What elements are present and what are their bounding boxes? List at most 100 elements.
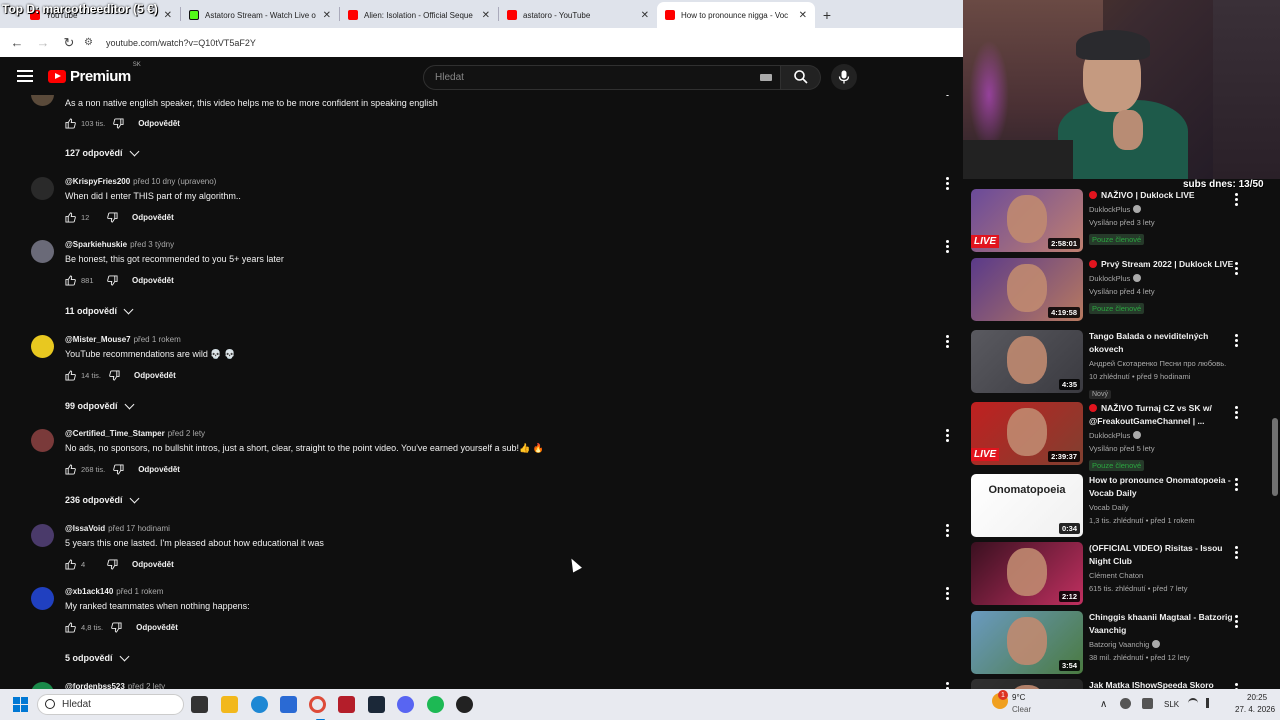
video-thumbnail[interactable]: Onomatopoeia 0:34: [971, 474, 1083, 537]
windows-start-icon[interactable]: [13, 697, 28, 712]
comment-menu-icon[interactable]: [943, 682, 951, 689]
view-replies-button[interactable]: 236 odpovědí: [65, 493, 139, 505]
new-tab-button[interactable]: +: [815, 2, 839, 28]
video-menu-icon[interactable]: [1235, 546, 1238, 559]
comment-author[interactable]: @IssaVoid: [65, 524, 105, 533]
browser-tab[interactable]: astatoro - YouTube ✕: [499, 2, 657, 28]
like-icon[interactable]: [65, 370, 76, 381]
search-button[interactable]: [781, 64, 821, 90]
browser-tab[interactable]: Alien: Isolation - Official Seque ✕: [340, 2, 498, 28]
voice-search-button[interactable]: [831, 64, 857, 90]
like-icon[interactable]: [65, 464, 76, 475]
steam-icon[interactable]: [368, 696, 385, 713]
comment-menu-icon[interactable]: [943, 177, 951, 190]
video-menu-icon[interactable]: [1235, 406, 1238, 419]
video-thumbnail[interactable]: 4:35: [971, 330, 1083, 393]
video-menu-icon[interactable]: [1235, 478, 1238, 491]
spotify-icon[interactable]: [427, 696, 444, 713]
avatar[interactable]: [31, 682, 54, 689]
recommended-video[interactable]: Onomatopoeia 0:34 How to pronounce Onomat…: [971, 474, 1280, 540]
close-tab-icon[interactable]: ✕: [164, 10, 172, 21]
store-icon[interactable]: [280, 696, 297, 713]
reply-button[interactable]: Odpovědět: [132, 276, 174, 285]
video-title[interactable]: Tango Balada o neviditelných okovech: [1089, 330, 1241, 356]
video-title[interactable]: Prvý Stream 2022 | Duklock LIVE: [1089, 258, 1241, 271]
comment-time[interactable]: před 10 dny (upraveno): [133, 177, 216, 186]
channel-name[interactable]: Batzorig Vaanchig: [1089, 639, 1241, 651]
view-replies-button[interactable]: 99 odpovědí: [65, 399, 134, 411]
volume-icon[interactable]: [1206, 698, 1216, 708]
forward-button[interactable]: →: [32, 32, 54, 54]
taskbar-search-input[interactable]: Hledat: [37, 694, 184, 715]
dislike-icon[interactable]: [107, 212, 118, 223]
tray-chevron-icon[interactable]: ∧: [1100, 699, 1107, 710]
view-replies-button[interactable]: 127 odpovědí: [65, 146, 139, 158]
avatar[interactable]: [31, 429, 54, 452]
like-icon[interactable]: [65, 559, 76, 570]
video-title[interactable]: (OFFICIAL VIDEO) Risitas - Issou Night C…: [1089, 542, 1241, 568]
video-thumbnail[interactable]: 4:19:58: [971, 258, 1083, 321]
comment-time[interactable]: před 3 týdny: [130, 240, 174, 249]
channel-name[interactable]: Vocab Daily: [1089, 502, 1241, 514]
browser-tab[interactable]: Astatoro Stream - Watch Live o ✕: [181, 2, 339, 28]
keyboard-icon[interactable]: [760, 73, 772, 81]
reply-button[interactable]: Odpovědět: [132, 560, 174, 569]
chrome-icon[interactable]: [309, 696, 326, 720]
comment-author[interactable]: @xb1ack140: [65, 587, 113, 596]
close-tab-icon[interactable]: ✕: [482, 10, 490, 21]
recommended-video[interactable]: 4:35 Tango Balada o neviditelných okovec…: [971, 330, 1280, 399]
recommended-video[interactable]: LIVE 2:58:01 NAŽIVO | Duklock LIVE Duklock…: [971, 189, 1280, 255]
comment-author[interactable]: @KrispyFries200: [65, 177, 130, 186]
video-thumbnail[interactable]: LIVE 2:39:37: [971, 402, 1083, 465]
file-explorer-icon[interactable]: [221, 696, 238, 713]
channel-name[interactable]: Clément Chaton: [1089, 570, 1241, 582]
scrollbar-thumb[interactable]: [1272, 418, 1278, 496]
comment-menu-icon[interactable]: [943, 429, 951, 442]
discord-icon[interactable]: [397, 696, 414, 713]
channel-name[interactable]: DuklockPlus: [1089, 204, 1241, 216]
video-title[interactable]: Chinggis khaanii Magtaal - Batzorig Vaan…: [1089, 611, 1241, 637]
comment-time[interactable]: před 1 rokem: [116, 587, 163, 596]
site-info-icon[interactable]: ⚙: [84, 37, 96, 49]
video-menu-icon[interactable]: [1235, 615, 1238, 628]
comment-time[interactable]: před 1 rokem: [134, 335, 181, 344]
channel-name[interactable]: DuklockPlus: [1089, 273, 1241, 285]
video-title[interactable]: NAŽIVO | Duklock LIVE: [1089, 189, 1241, 202]
video-menu-icon[interactable]: [1235, 262, 1238, 275]
video-thumbnail[interactable]: 3:54: [971, 611, 1083, 674]
recommended-video[interactable]: 3:54 Chinggis khaanii Magtaal - Batzorig…: [971, 611, 1280, 677]
avatar[interactable]: [31, 95, 54, 106]
tray-app-icon[interactable]: [1120, 698, 1131, 709]
comment-menu-icon[interactable]: [943, 587, 951, 600]
video-thumbnail[interactable]: LIVE 2:58:01: [971, 189, 1083, 252]
comment-author[interactable]: @Mister_Mouse7: [65, 335, 131, 344]
language-indicator[interactable]: SLK: [1164, 700, 1179, 709]
video-title[interactable]: NAŽIVO Turnaj CZ vs SK w/ @FreakoutGameC…: [1089, 402, 1241, 428]
close-tab-icon[interactable]: ✕: [323, 10, 331, 21]
task-view-icon[interactable]: [191, 696, 208, 713]
reply-button[interactable]: Odpovědět: [138, 119, 180, 128]
view-replies-button[interactable]: 11 odpovědí: [65, 304, 134, 316]
search-input[interactable]: Hledat: [423, 64, 781, 90]
reload-button[interactable]: ↻: [58, 32, 80, 54]
comment-menu-icon[interactable]: [943, 240, 951, 253]
obs-netflix-icon[interactable]: [338, 696, 355, 713]
edge-icon[interactable]: [251, 696, 268, 713]
recommended-video[interactable]: LIVE 2:39:37 NAŽIVO Turnaj CZ vs SK w/ @F…: [971, 402, 1280, 471]
channel-name[interactable]: Андрей Скотаренко Песни про любовь.: [1089, 358, 1241, 370]
avatar[interactable]: [31, 587, 54, 610]
reply-button[interactable]: Odpovědět: [134, 371, 176, 380]
recommended-video[interactable]: 4:19:58 Prvý Stream 2022 | Duklock LIVE D…: [971, 258, 1280, 324]
video-thumbnail[interactable]: [971, 679, 1083, 689]
like-icon[interactable]: [65, 212, 76, 223]
view-replies-button[interactable]: 5 odpovědí: [65, 651, 129, 663]
reply-button[interactable]: Odpovědět: [138, 465, 180, 474]
dislike-icon[interactable]: [113, 464, 124, 475]
avatar[interactable]: [31, 335, 54, 358]
url-field[interactable]: youtube.com/watch?v=Q10tVT5aF2Y: [106, 38, 256, 48]
dislike-icon[interactable]: [107, 559, 118, 570]
comment-menu-icon[interactable]: [943, 524, 951, 537]
like-icon[interactable]: [65, 622, 76, 633]
menu-icon[interactable]: [17, 70, 33, 82]
like-icon[interactable]: [65, 275, 76, 286]
